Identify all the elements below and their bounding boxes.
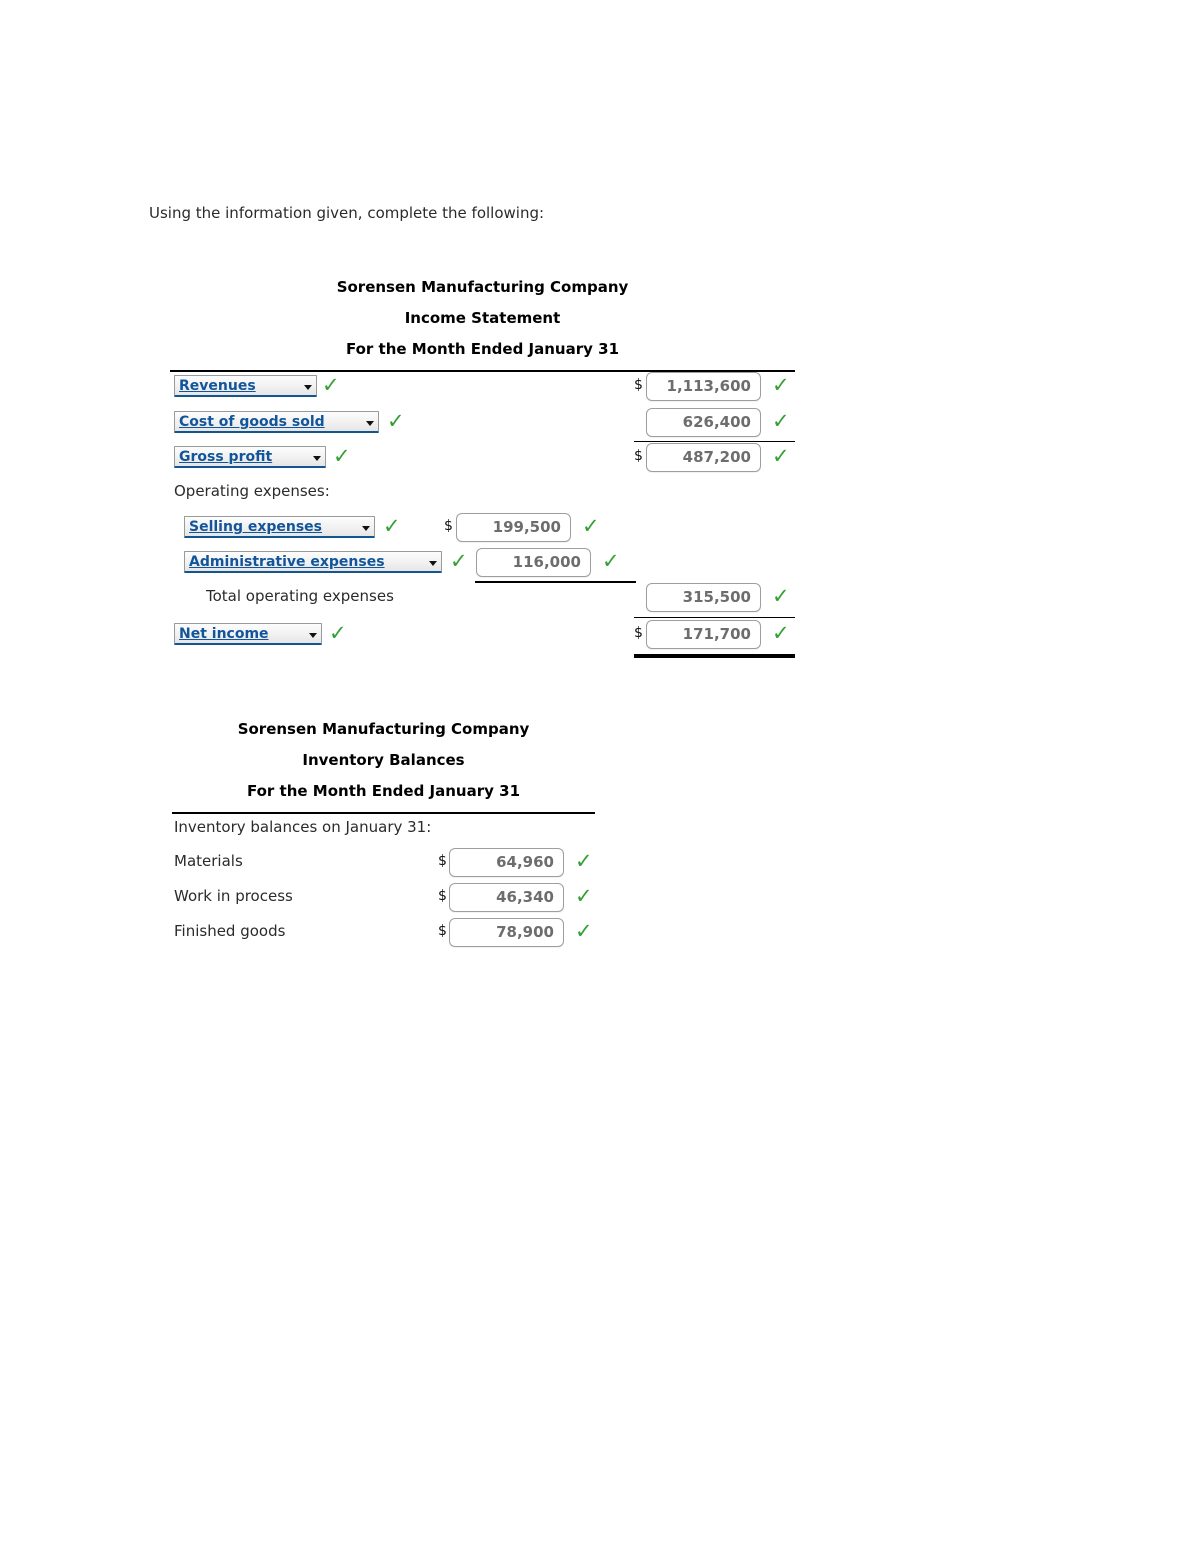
- finished-goods-dollar-sign: $: [438, 923, 447, 939]
- inventory-statement-report: Inventory Balances: [302, 751, 465, 769]
- gross-profit-subtotal-rule: [634, 441, 795, 442]
- work-in-process-dollar-sign: $: [438, 888, 447, 904]
- cost-of-goods-sold-amount-input[interactable]: 626,400: [646, 408, 761, 437]
- administrative-expenses-select[interactable]: Administrative expenses: [184, 551, 442, 573]
- work-in-process-amount-input[interactable]: 46,340: [449, 883, 564, 912]
- revenues-select[interactable]: Revenues: [174, 375, 317, 397]
- net-income-label-check-icon: ✓: [329, 621, 347, 645]
- worksheet-page: Using the information given, complete th…: [0, 0, 1200, 1553]
- income-statement-company: Sorensen Manufacturing Company: [336, 278, 629, 296]
- inventory-statement-company: Sorensen Manufacturing Company: [237, 720, 530, 738]
- row-work-in-process: Work in process $ 46,340 ✓: [172, 883, 595, 918]
- net-income-amount-input[interactable]: 171,700: [646, 620, 761, 649]
- income-statement-report: Income Statement: [404, 309, 561, 327]
- chevron-down-icon: [304, 385, 312, 390]
- row-revenues: Revenues ✓ $ 1,113,600 ✓: [170, 372, 795, 408]
- finished-goods-amount-input[interactable]: 78,900: [449, 918, 564, 947]
- revenues-amount-input[interactable]: 1,113,600: [646, 372, 761, 401]
- operating-expenses-heading: Operating expenses:: [174, 482, 330, 500]
- selling-expenses-amount-check-icon: ✓: [582, 514, 600, 538]
- finished-goods-amount-check-icon: ✓: [575, 919, 593, 943]
- chevron-down-icon: [309, 633, 317, 638]
- net-income-select-label: Net income: [179, 626, 269, 642]
- net-income-closing-rule: [634, 654, 795, 658]
- chevron-down-icon: [313, 456, 321, 461]
- net-income-dollar-sign: $: [634, 625, 643, 641]
- revenues-label-check-icon: ✓: [322, 373, 340, 397]
- selling-expenses-amount-input[interactable]: 199,500: [456, 513, 571, 542]
- row-administrative-expenses: Administrative expenses ✓ 116,000 ✓: [170, 548, 795, 583]
- intro-text: Using the information given, complete th…: [149, 204, 545, 222]
- income-statement-period: For the Month Ended January 31: [345, 340, 620, 358]
- inventory-statement: Sorensen Manufacturing Company Inventory…: [172, 714, 595, 953]
- cost-of-goods-sold-select-label: Cost of goods sold: [179, 414, 325, 430]
- row-total-operating-expenses: Total operating expenses 315,500 ✓: [170, 583, 795, 620]
- materials-amount-check-icon: ✓: [575, 849, 593, 873]
- finished-goods-label: Finished goods: [174, 922, 286, 940]
- row-gross-profit: Gross profit ✓ $ 487,200 ✓: [170, 443, 795, 478]
- selling-expenses-select-label: Selling expenses: [189, 519, 323, 535]
- income-statement: Sorensen Manufacturing Company Income St…: [170, 272, 795, 658]
- row-inventory-heading: Inventory balances on January 31:: [172, 814, 595, 848]
- administrative-expenses-amount-check-icon: ✓: [602, 549, 620, 573]
- revenues-select-label: Revenues: [179, 378, 256, 394]
- chevron-down-icon: [362, 526, 370, 531]
- gross-profit-amount-check-icon: ✓: [772, 444, 790, 468]
- net-income-select[interactable]: Net income: [174, 623, 322, 645]
- materials-dollar-sign: $: [438, 853, 447, 869]
- selling-expenses-label-check-icon: ✓: [383, 514, 401, 538]
- row-finished-goods: Finished goods $ 78,900 ✓: [172, 918, 595, 953]
- administrative-expenses-select-label: Administrative expenses: [189, 554, 385, 570]
- net-income-subtotal-rule: [634, 617, 795, 618]
- total-operating-expenses-amount-check-icon: ✓: [772, 584, 790, 608]
- row-selling-expenses: Selling expenses ✓ $ 199,500 ✓: [170, 513, 795, 548]
- total-operating-expenses-amount-input[interactable]: 315,500: [646, 583, 761, 612]
- gross-profit-select-label: Gross profit: [179, 449, 273, 465]
- row-materials: Materials $ 64,960 ✓: [172, 848, 595, 883]
- work-in-process-amount-check-icon: ✓: [575, 884, 593, 908]
- row-cost-of-goods-sold: Cost of goods sold ✓ 626,400 ✓: [170, 408, 795, 443]
- row-operating-expenses-heading: Operating expenses:: [170, 478, 795, 513]
- gross-profit-dollar-sign: $: [634, 448, 643, 464]
- selling-expenses-select[interactable]: Selling expenses: [184, 516, 375, 538]
- gross-profit-amount-input[interactable]: 487,200: [646, 443, 761, 472]
- chevron-down-icon: [429, 561, 437, 566]
- cost-of-goods-sold-amount-check-icon: ✓: [772, 409, 790, 433]
- selling-expenses-dollar-sign: $: [444, 518, 453, 534]
- work-in-process-label: Work in process: [174, 887, 293, 905]
- revenues-dollar-sign: $: [634, 377, 643, 393]
- net-income-amount-check-icon: ✓: [772, 621, 790, 645]
- administrative-expenses-label-check-icon: ✓: [450, 549, 468, 573]
- gross-profit-select[interactable]: Gross profit: [174, 446, 326, 468]
- total-operating-expenses-label: Total operating expenses: [206, 587, 394, 605]
- chevron-down-icon: [366, 421, 374, 426]
- gross-profit-label-check-icon: ✓: [333, 444, 351, 468]
- materials-label: Materials: [174, 852, 243, 870]
- cost-of-goods-sold-label-check-icon: ✓: [387, 409, 405, 433]
- cost-of-goods-sold-select[interactable]: Cost of goods sold: [174, 411, 379, 433]
- materials-amount-input[interactable]: 64,960: [449, 848, 564, 877]
- revenues-amount-check-icon: ✓: [772, 373, 790, 397]
- inventory-statement-period: For the Month Ended January 31: [246, 782, 521, 800]
- row-net-income: Net income ✓ $ 171,700 ✓: [170, 620, 795, 658]
- inventory-section-heading: Inventory balances on January 31:: [174, 818, 432, 836]
- administrative-expenses-amount-input[interactable]: 116,000: [476, 548, 591, 577]
